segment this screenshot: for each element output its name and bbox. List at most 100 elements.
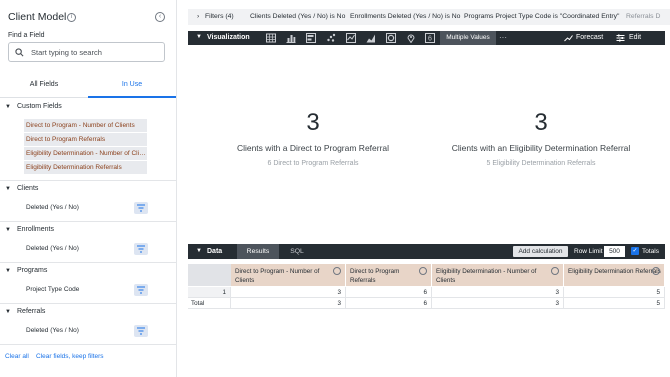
field-picker-panel: Client Model i ‹ Find a Field All Fields… [0,0,177,377]
tab-in-use[interactable]: In Use [88,74,176,98]
tab-sql[interactable]: SQL [280,244,314,259]
section-custom-fields[interactable]: ▼ Custom Fields [0,101,176,115]
column-header[interactable]: Direct to Program Referrals [346,264,432,286]
filter-value: "Coordinated Entry" [559,13,620,20]
custom-field-item[interactable]: Direct to Program Referrals [24,133,147,146]
edit-button[interactable]: Edit [629,34,641,41]
filters-bar[interactable]: › Filters (4) Clients Deleted (Yes / No)… [188,9,670,25]
bar-chart-icon[interactable] [306,33,316,43]
gear-icon[interactable] [419,267,427,275]
column-header[interactable]: Direct to Program - Number of Clients [231,264,346,286]
filter-summary[interactable]: Programs Project Type Code is "Coordinat… [464,13,619,20]
filter-by-field-button[interactable] [134,202,148,214]
table-icon[interactable] [266,33,276,43]
section-enrollments[interactable]: ▼ Enrollments [0,224,176,238]
divider [0,303,176,304]
filter-op: is [553,13,558,20]
field-item[interactable]: Deleted (Yes / No) [26,327,79,334]
find-field-label: Find a Field [8,32,45,39]
line-chart-icon[interactable] [346,33,356,43]
field-search[interactable] [8,42,165,62]
pie-chart-icon[interactable] [386,33,396,43]
custom-field-item[interactable]: Direct to Program - Number of Clients [24,119,147,132]
map-pin-icon[interactable] [406,33,416,43]
model-title: Client Model [8,11,67,23]
section-clients[interactable]: ▼ Clients [0,183,176,197]
table-cell[interactable]: 5 [564,287,665,298]
add-calculation-button[interactable]: Add calculation [513,246,568,257]
filter-value: No [336,13,346,20]
settings-sliders-icon [616,34,625,42]
data-bar: ▼ Data Results SQL Add calculation Row L… [188,244,665,259]
filter-by-field-button[interactable] [134,325,148,337]
info-icon[interactable]: i [67,13,76,22]
filter-icon [137,204,145,212]
section-programs[interactable]: ▼ Programs [0,265,176,279]
row-number: 1 [188,287,231,298]
tab-results[interactable]: Results [237,244,279,259]
section-label: Enrollments [17,226,54,233]
filter-by-field-button[interactable] [134,284,148,296]
total-cell: 6 [346,298,432,309]
filter-op: is [444,13,450,20]
column-header-label: Eligibility Determination - Number of Cl… [436,268,537,284]
metric-value: 3 [534,109,548,136]
caret-down-icon: ▼ [5,104,11,110]
data-title[interactable]: Data [207,248,222,255]
gear-icon[interactable] [333,267,341,275]
row-limit-input[interactable]: 500 [604,246,625,257]
custom-field-item[interactable]: Eligibility Determination Referrals [24,161,147,174]
area-chart-icon[interactable] [366,33,376,43]
filter-field: Clients Deleted (Yes / No) [250,13,328,20]
gear-icon[interactable] [652,267,660,275]
divider [0,221,176,222]
row-number-header [188,264,231,286]
metric-comparison: 6 Direct to Program Referrals [267,160,359,167]
total-cell: 3 [231,298,346,309]
multiple-values-button[interactable]: Multiple Values [440,31,496,45]
filter-summary[interactable]: Enrollments Deleted (Yes / No) is No [350,13,460,20]
column-chart-icon[interactable] [286,33,296,43]
filter-by-field-button[interactable] [134,243,148,255]
search-input[interactable] [31,45,161,59]
total-cell: 3 [432,298,564,309]
filters-label[interactable]: Filters (4) [205,13,234,20]
gear-icon[interactable] [551,267,559,275]
scatter-icon[interactable] [326,33,336,43]
tab-all-fields[interactable]: All Fields [0,74,88,98]
caret-down-icon: ▼ [5,309,11,315]
caret-down-icon[interactable]: ▼ [196,248,202,254]
visualization-title[interactable]: Visualization [207,34,250,41]
clear-fields-keep-filters-link[interactable]: Clear fields, keep filters [36,353,104,360]
filter-op: is [329,13,335,20]
caret-down-icon[interactable]: ▼ [196,34,202,40]
metric-label: Clients with an Eligibility Determinatio… [451,143,631,153]
field-tabs: All Fields In Use [0,74,176,98]
forecast-button[interactable]: Forecast [576,34,603,41]
totals-checkbox[interactable]: ✓ [631,247,639,255]
filter-summary[interactable]: Referrals D [626,13,660,20]
field-item[interactable]: Deleted (Yes / No) [26,245,79,252]
section-referrals[interactable]: ▼ Referrals [0,306,176,320]
field-item[interactable]: Deleted (Yes / No) [26,204,79,211]
field-item[interactable]: Project Type Code [26,286,79,293]
metric-comparison: 5 Eligibility Determination Referrals [486,160,596,167]
more-options-icon[interactable]: ··· [499,33,507,42]
column-header[interactable]: Eligibility Determination Referrals [564,264,665,286]
filter-icon [137,245,145,253]
collapse-panel-icon[interactable]: ‹ [155,12,165,22]
clear-all-link[interactable]: Clear all [5,353,29,360]
column-header[interactable]: Eligibility Determination - Number of Cl… [432,264,564,286]
single-value-icon[interactable]: 6 [425,33,435,43]
filter-value: No [451,13,461,20]
total-row-label: Total [188,298,231,309]
section-label: Clients [17,185,39,192]
table-cell[interactable]: 6 [346,287,432,298]
caret-down-icon: ▼ [5,186,11,192]
custom-field-item[interactable]: Eligibility Determination - Number of Cl… [24,147,147,160]
section-label: Referrals [17,308,46,315]
filter-summary[interactable]: Clients Deleted (Yes / No) is No [250,13,345,20]
metric-label: Clients with a Direct to Program Referra… [236,143,390,153]
table-cell[interactable]: 3 [432,287,564,298]
table-cell[interactable]: 3 [231,287,346,298]
